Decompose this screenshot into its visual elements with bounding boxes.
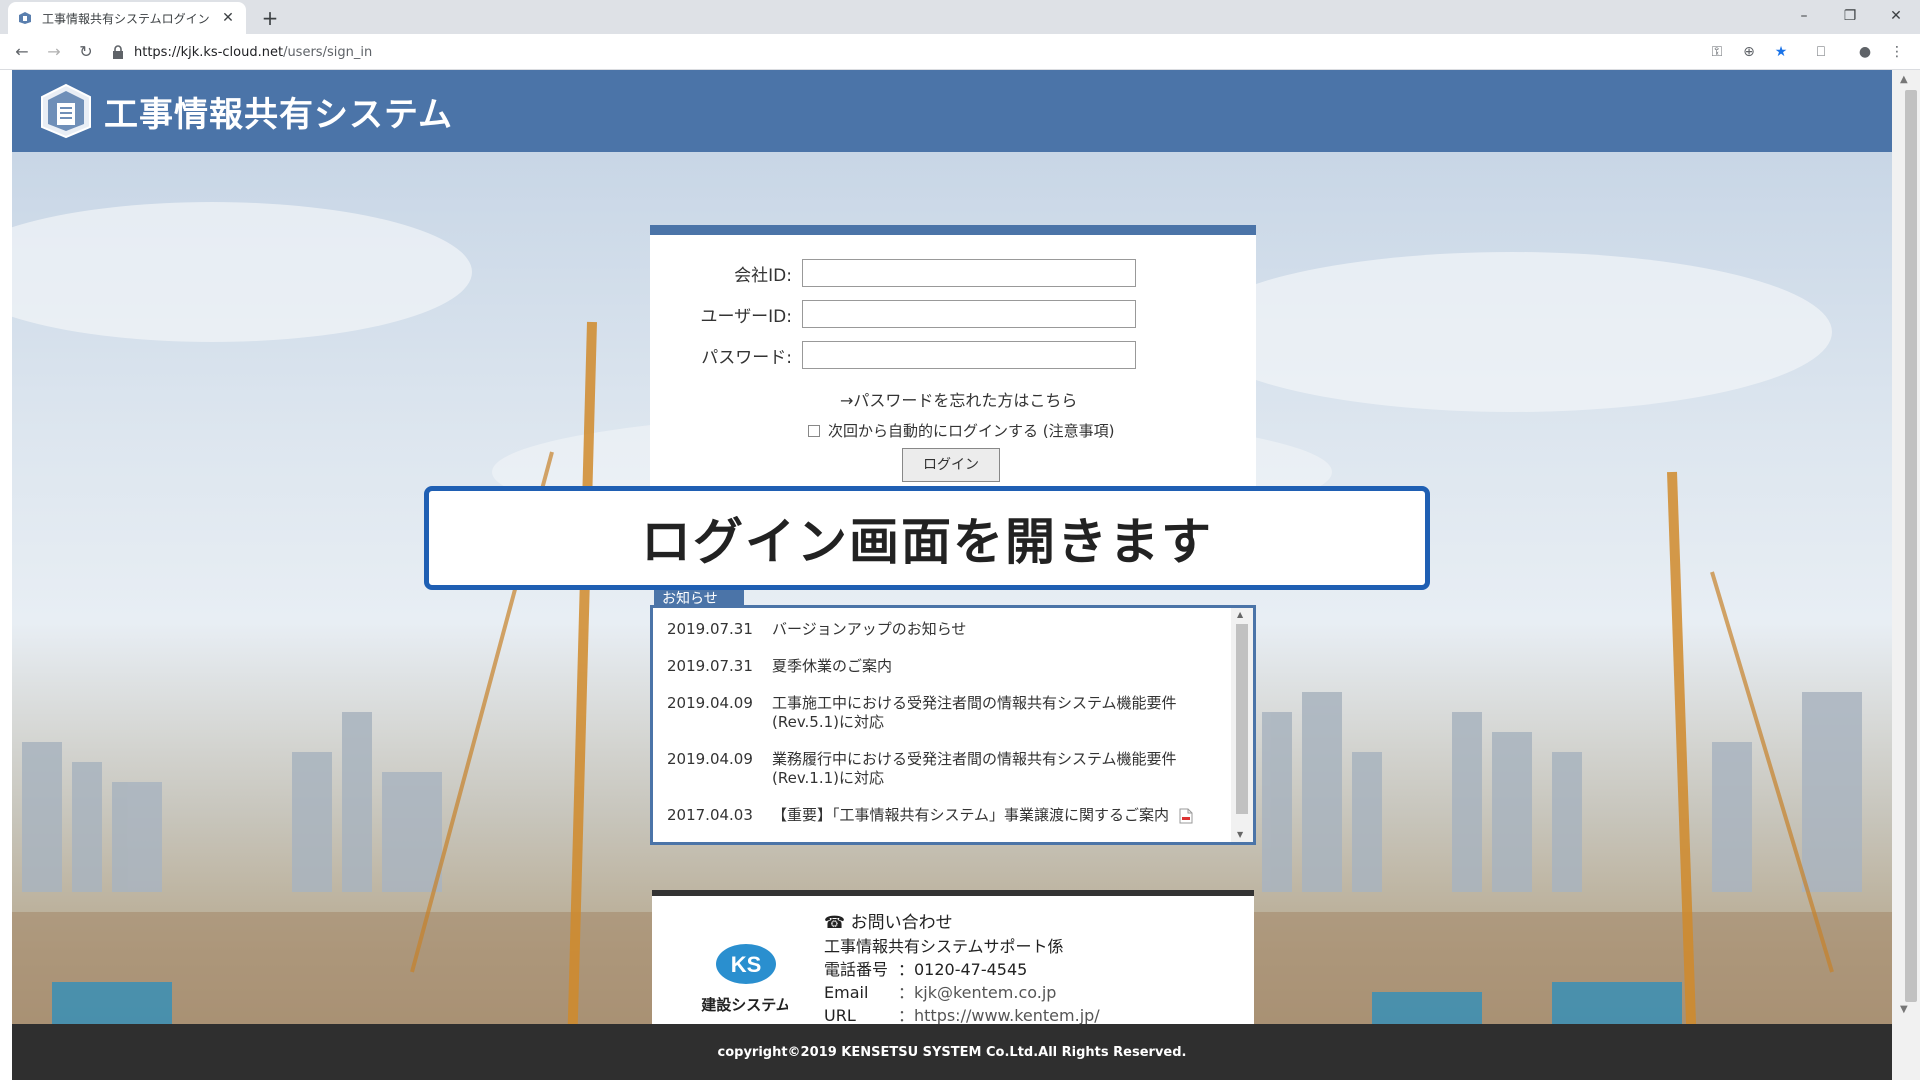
- profile-icon[interactable]: ●: [1854, 41, 1876, 63]
- news-text[interactable]: 夏季休業のご案内: [772, 657, 1227, 676]
- email-link[interactable]: ：kjk@kentem.co.jp: [898, 981, 1056, 1004]
- svg-text:建設システム: 建設システム: [701, 996, 788, 1014]
- phone-value: ：0120-47-4545: [898, 960, 1028, 979]
- news-list: 2019.07.31 バージョンアップのお知らせ 2019.07.31 夏季休業…: [667, 620, 1227, 843]
- forward-icon[interactable]: →: [42, 40, 66, 64]
- password-input[interactable]: [802, 341, 1136, 369]
- url-host: https://kjk.ks-cloud.net: [134, 44, 284, 60]
- contact-heading: お問い合わせ: [850, 913, 953, 933]
- news-date: 2019.04.09: [667, 750, 753, 768]
- news-date: 2017.04.03: [667, 806, 753, 824]
- browser-toolbar: ← → ↻ https://kjk.ks-cloud.net/users/sig…: [0, 34, 1920, 70]
- contact-info: ☎ お問い合わせ 工事情報共有システムサポート係 電話番号 ：0120-47-4…: [824, 912, 1100, 1027]
- email-label: Email: [824, 983, 869, 1002]
- news-date: 2019.07.31: [667, 620, 753, 638]
- news-date: 2019.07.31: [667, 657, 753, 675]
- site-footer: copyright©2019 KENSETSU SYSTEM Co.Ltd.Al…: [12, 1024, 1892, 1080]
- user-id-row: ユーザーID:: [650, 299, 1256, 329]
- news-text[interactable]: 業務履行中における受発注者間の情報共有システム機能要件(Rev.1.1)に対応: [772, 750, 1227, 788]
- new-tab-button[interactable]: +: [258, 6, 282, 30]
- lock-icon: [113, 45, 123, 59]
- zoom-icon[interactable]: ⊕: [1738, 41, 1760, 63]
- news-scroll-up-icon[interactable]: ▲: [1237, 610, 1243, 619]
- pdf-icon[interactable]: [1179, 808, 1193, 824]
- url-text: https://kjk.ks-cloud.net/users/sign_in: [134, 45, 372, 60]
- site-logo-icon: [41, 83, 91, 139]
- contact-heading-row: ☎ お問い合わせ: [824, 912, 1100, 935]
- phone-label: 電話番号: [824, 960, 889, 979]
- company-id-label: 会社ID:: [734, 265, 792, 286]
- close-window-icon[interactable]: ✕: [1876, 4, 1916, 28]
- key-icon[interactable]: ⚿: [1706, 41, 1728, 63]
- news-scroll-thumb[interactable]: [1236, 624, 1248, 814]
- bookmark-star-icon[interactable]: ★: [1770, 41, 1792, 63]
- auto-login-row: 次回から自動的にログインする (注意事項): [808, 420, 1114, 441]
- ks-company-logo: KS 建設システム: [701, 944, 788, 1014]
- menu-icon[interactable]: ⋮: [1886, 41, 1908, 63]
- news-item[interactable]: 2019.04.09 工事施工中における受発注者間の情報共有システム機能要件(R…: [667, 694, 1227, 732]
- page-viewport: 工事情報共有システム 会社ID: ユーザーID: パスワード: →パスワードを忘…: [12, 70, 1892, 1080]
- news-item[interactable]: 2017.04.03 【重要】「工事情報共有システム」事業譲渡に関するご案内: [667, 806, 1227, 825]
- page-scroll-thumb[interactable]: [1905, 90, 1917, 1002]
- restore-icon[interactable]: ❐: [1830, 4, 1870, 28]
- tab-close-icon[interactable]: ✕: [220, 10, 236, 26]
- auto-login-checkbox[interactable]: [808, 424, 820, 437]
- contact-phone-row: 電話番号 ：0120-47-4545: [824, 958, 1100, 981]
- browser-tab-strip: 工事情報共有システムログイン ✕ + – ❐ ✕: [0, 0, 1920, 34]
- news-text[interactable]: バージョンアップのお知らせ: [772, 620, 1227, 639]
- minimize-icon[interactable]: –: [1784, 4, 1824, 28]
- user-id-label: ユーザーID:: [700, 306, 793, 327]
- back-icon[interactable]: ←: [10, 40, 34, 64]
- news-text[interactable]: 工事施工中における受発注者間の情報共有システム機能要件(Rev.5.1)に対応: [772, 694, 1227, 732]
- tab-title: 工事情報共有システムログイン: [42, 11, 210, 26]
- news-item[interactable]: 2019.04.09 業務履行中における受発注者間の情報共有システム機能要件(R…: [667, 750, 1227, 788]
- site-title: 工事情報共有システム: [104, 94, 453, 135]
- login-panel: 会社ID: ユーザーID: パスワード: →パスワードを忘れた方はこちら 次回か…: [650, 225, 1256, 525]
- scroll-down-icon[interactable]: ▼: [1900, 1004, 1908, 1015]
- news-item[interactable]: 2019.07.31 バージョンアップのお知らせ: [667, 620, 1227, 639]
- bookmarks-icon[interactable]: ⎕: [1810, 41, 1832, 63]
- news-date: 2019.04.09: [667, 694, 753, 712]
- browser-tab[interactable]: 工事情報共有システムログイン ✕: [8, 2, 246, 34]
- company-id-input[interactable]: [802, 259, 1136, 287]
- svg-text:KS: KS: [731, 952, 762, 977]
- contact-org: 工事情報共有システムサポート係: [824, 937, 1064, 956]
- news-text-with-pdf[interactable]: 【重要】「工事情報共有システム」事業譲渡に関するご案内: [772, 806, 1227, 825]
- login-button[interactable]: ログイン: [902, 448, 1000, 482]
- news-text[interactable]: 【重要】「工事情報共有システム」事業譲渡に関するご案内: [772, 806, 1169, 824]
- company-id-row: 会社ID:: [650, 258, 1256, 288]
- forgot-password-link[interactable]: →パスワードを忘れた方はこちら: [840, 387, 1077, 411]
- contact-panel: KS 建設システム ☎ お問い合わせ 工事情報共有システムサポート係 電話番号 …: [652, 890, 1254, 1027]
- password-label: パスワード:: [701, 347, 792, 368]
- reload-icon[interactable]: ↻: [74, 40, 98, 64]
- site-favicon-icon: [19, 12, 31, 24]
- contact-email-row: Email ：kjk@kentem.co.jp: [824, 981, 1100, 1004]
- news-panel: 2019.07.31 バージョンアップのお知らせ 2019.07.31 夏季休業…: [650, 605, 1256, 845]
- news-scrollbar[interactable]: ▲ ▼: [1231, 608, 1253, 842]
- url-path: /users/sign_in: [283, 44, 373, 60]
- site-header: 工事情報共有システム: [12, 70, 1892, 152]
- news-item[interactable]: 2019.07.31 夏季休業のご案内: [667, 657, 1227, 676]
- copyright-text: copyright©2019 KENSETSU SYSTEM Co.Ltd.Al…: [717, 1044, 1187, 1060]
- password-row: パスワード:: [650, 340, 1256, 370]
- news-scroll-down-icon[interactable]: ▼: [1237, 830, 1243, 839]
- instruction-banner: ログイン画面を開きます: [424, 486, 1430, 590]
- scroll-up-icon[interactable]: ▲: [1900, 74, 1908, 85]
- user-id-input[interactable]: [802, 300, 1136, 328]
- address-bar[interactable]: https://kjk.ks-cloud.net/users/sign_in: [112, 39, 1682, 65]
- instruction-banner-text: ログイン画面を開きます: [641, 513, 1213, 571]
- phone-icon: ☎: [824, 913, 846, 933]
- auto-login-label[interactable]: 次回から自動的にログインする (注意事項): [828, 420, 1114, 441]
